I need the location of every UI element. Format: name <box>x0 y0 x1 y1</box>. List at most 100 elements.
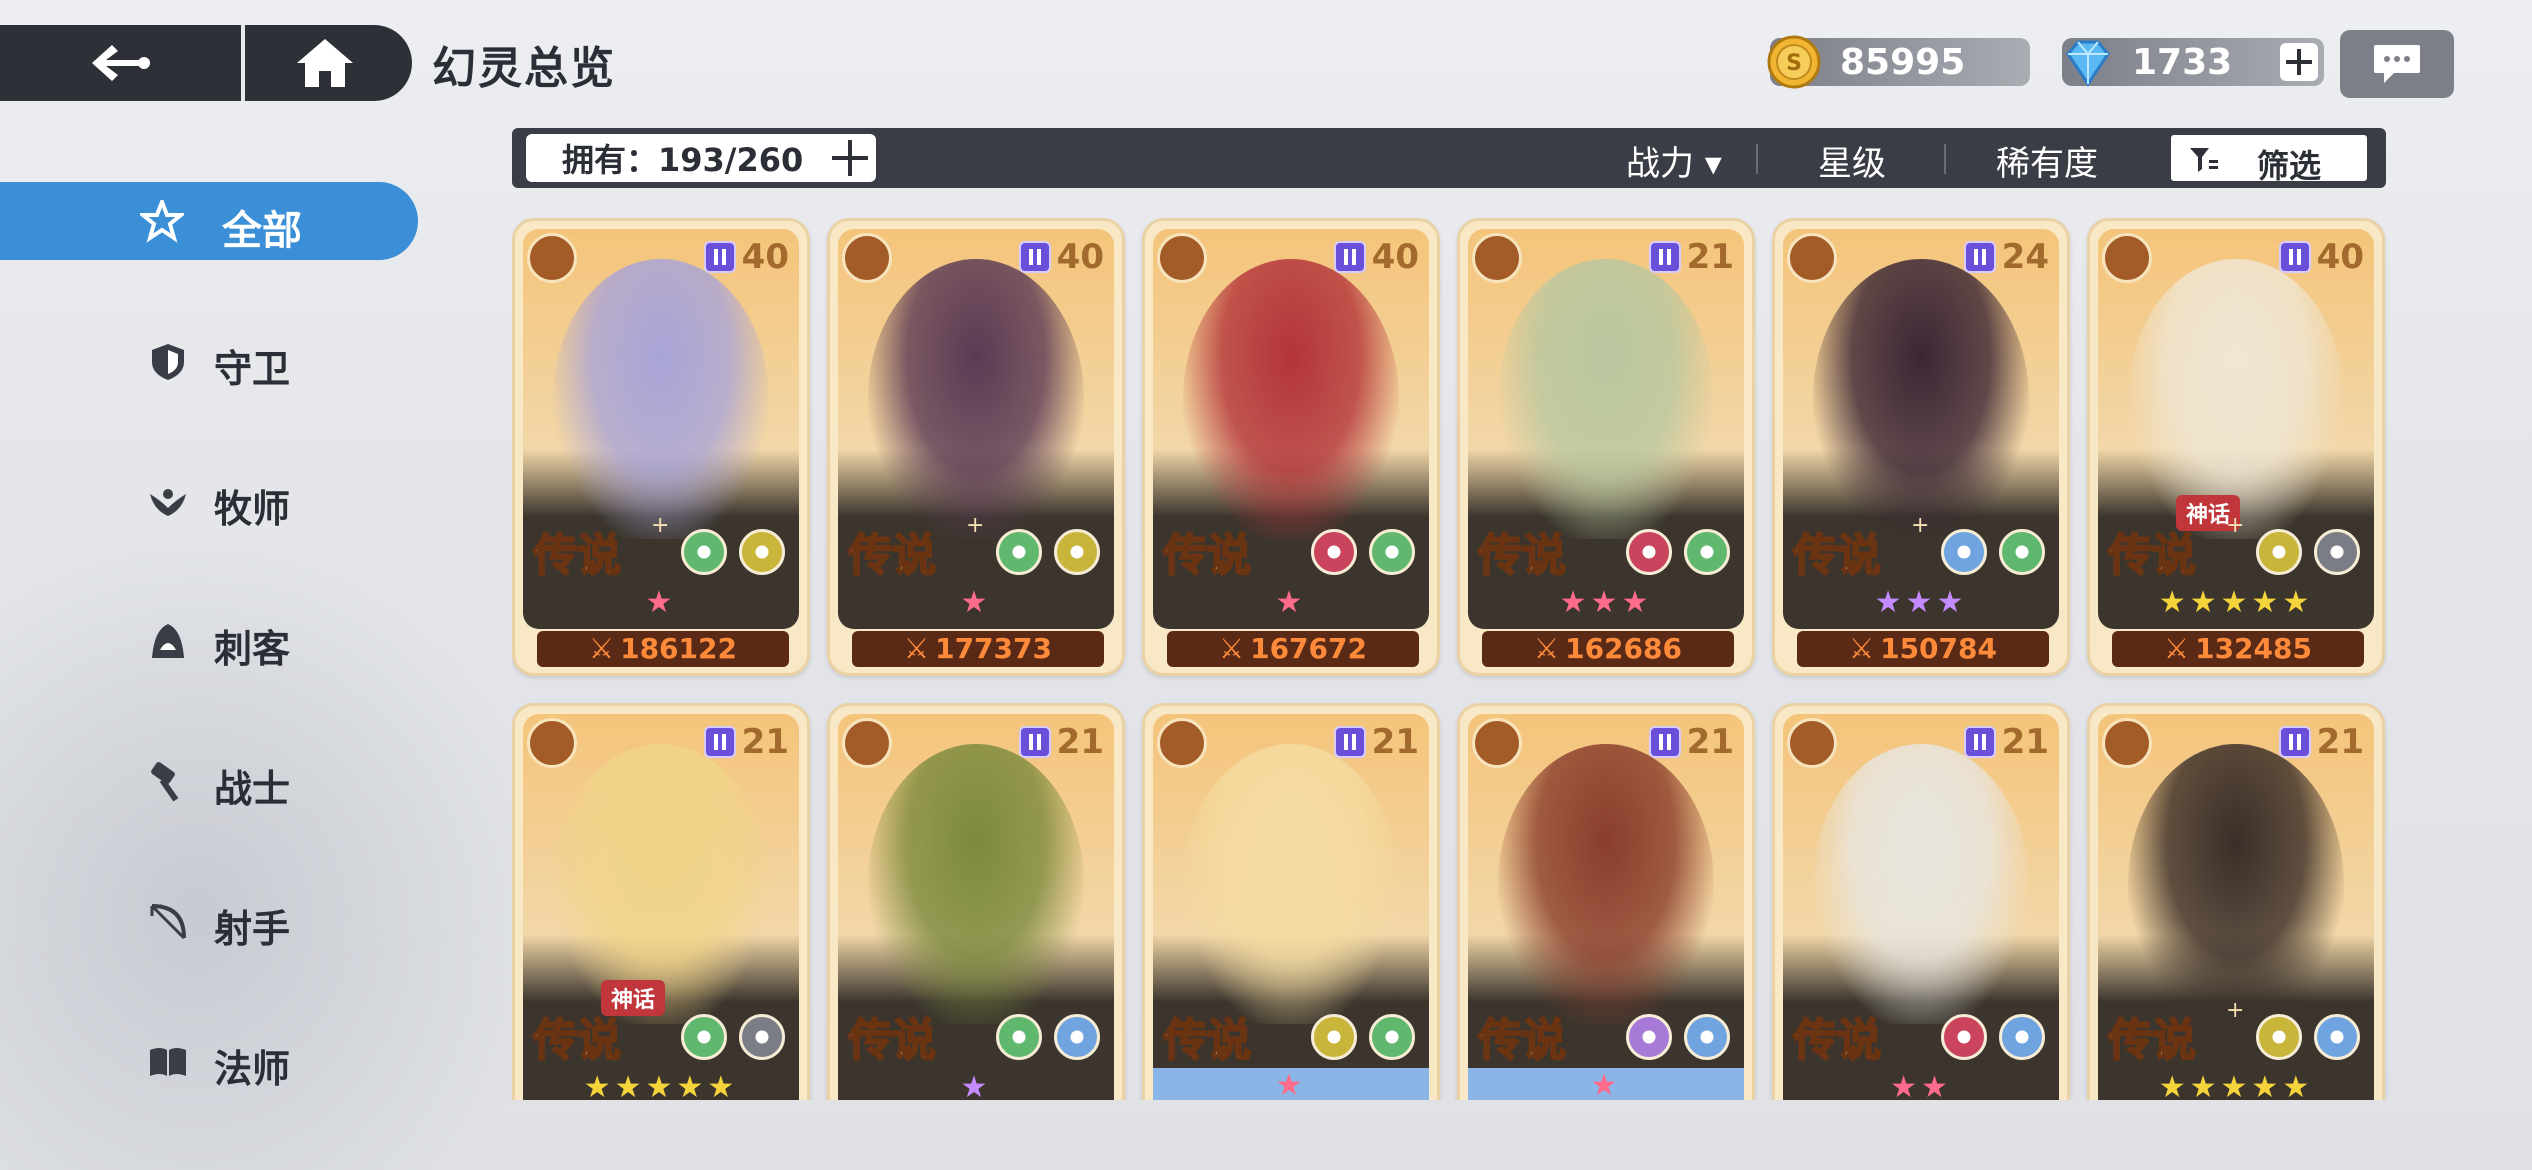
hero-portrait <box>553 259 769 539</box>
sidebar-item-label: 战士 <box>214 767 291 811</box>
level-box: 21 <box>703 722 789 762</box>
star-rating: ★ <box>1468 1068 1744 1100</box>
wing-icon <box>1472 718 1522 768</box>
sidebar-item-priest[interactable]: 牧师 <box>0 462 418 540</box>
power-value: 132485 <box>2195 632 2312 665</box>
tier-icon <box>1963 241 1996 273</box>
power-value: 177373 <box>935 632 1052 665</box>
combat-power: ⚔ 186122 <box>537 631 789 667</box>
star-rating: ★★★ <box>1874 585 1968 620</box>
combat-power: ⚔ 150784 <box>1797 631 2049 667</box>
tier-icon <box>703 726 736 758</box>
tier-icon <box>1333 726 1366 758</box>
element-icon <box>1626 529 1672 575</box>
divider <box>1756 144 1758 174</box>
hero-card-art: 40 传说 + ★ <box>838 229 1114 629</box>
hero-card[interactable]: 21 传说 ★★ <box>1772 703 2070 1100</box>
hero-card[interactable]: 40 神话 传说 + ★★★★★ ⚔ 132485 <box>2087 218 2385 676</box>
hood-icon <box>152 624 184 658</box>
element-icon <box>739 529 785 575</box>
sidebar-item-mage[interactable]: 法师 <box>0 1022 418 1100</box>
level-box: 21 <box>1648 722 1734 762</box>
rarity-label: 传说 <box>2107 1014 2197 1067</box>
hero-card-art: 21 传说 ★ <box>1468 714 1744 1100</box>
hero-card[interactable]: 24 传说 + ★★★ ⚔ 150784 <box>1772 218 2070 676</box>
hero-level: 21 <box>741 722 789 762</box>
sidebar-item-label: 法师 <box>214 1047 291 1091</box>
chat-button[interactable] <box>2340 30 2454 98</box>
element-icon <box>2314 529 2360 575</box>
hero-card[interactable]: 21 神话 传说 ★★★★★ <box>512 703 810 1100</box>
sort-by-power[interactable]: 战力 ▾ <box>1626 136 1722 185</box>
combat-power: ⚔ 177373 <box>852 631 1104 667</box>
hero-level: 40 <box>2316 237 2364 277</box>
divider <box>1944 144 1946 174</box>
element-icon <box>1941 529 1987 575</box>
hero-level: 40 <box>1056 237 1104 277</box>
star-rating: ★★★★★ <box>2158 585 2314 620</box>
filter-bar: 拥有：193/260 战力 ▾ 星级 稀有度 筛选 <box>512 128 2386 188</box>
hero-card[interactable]: 21 传说 ★ <box>827 703 1125 1100</box>
plus-icon <box>2286 49 2312 75</box>
crossed-swords-icon: ⚔ <box>1533 632 1560 665</box>
hero-card[interactable]: 40 传说 + ★ ⚔ 186122 <box>512 218 810 676</box>
element-icon <box>1369 529 1415 575</box>
hero-portrait <box>1498 744 1714 1024</box>
shield-icon <box>2102 718 2152 768</box>
hero-card[interactable]: 40 传说 ★ ⚔ 167672 <box>1142 218 1440 676</box>
sort-by-star[interactable]: 星级 <box>1818 136 1886 185</box>
sidebar-item-label: 全部 <box>222 208 302 254</box>
gold-amount: 85995 <box>1840 42 1966 83</box>
power-value: 167672 <box>1250 632 1367 665</box>
level-box: 40 <box>1018 237 1104 277</box>
hero-card-art: 21 传说 ★ <box>838 714 1114 1100</box>
expand-slots-plus-icon[interactable] <box>830 138 870 178</box>
star-rating: ★★★★★ <box>2158 1070 2314 1100</box>
level-box: 40 <box>1333 237 1419 277</box>
book-icon <box>150 1048 186 1076</box>
sidebar-item-all[interactable]: 全部 <box>0 182 418 260</box>
hero-level: 24 <box>2001 237 2049 277</box>
hero-portrait <box>868 744 1084 1024</box>
hammer-icon <box>151 762 179 802</box>
hero-level: 21 <box>2001 722 2049 762</box>
hero-card[interactable]: 21 传说 ★★★ ⚔ 162686 <box>1457 218 1755 676</box>
gold-coin-icon: S <box>1767 35 1821 89</box>
back-button[interactable] <box>0 25 245 101</box>
power-value: 186122 <box>620 632 737 665</box>
element-icon <box>1999 1014 2045 1060</box>
element-icon <box>681 1014 727 1060</box>
hero-portrait <box>1813 259 2029 539</box>
rarity-label: 传说 <box>532 1014 622 1067</box>
rarity-label: 传说 <box>2107 529 2197 582</box>
diamond-icon <box>2066 40 2110 87</box>
hammer-icon <box>842 233 892 283</box>
hero-card-art: 40 传说 + ★ <box>523 229 799 629</box>
rarity-plus-mark: + <box>2226 513 2245 538</box>
element-icon <box>1311 1014 1357 1060</box>
sidebar-item-guardian[interactable]: 守卫 <box>0 322 418 400</box>
bow-icon <box>1787 233 1837 283</box>
hero-card[interactable]: 40 传说 + ★ ⚔ 177373 <box>827 218 1125 676</box>
sort-by-rarity[interactable]: 稀有度 <box>1996 136 2098 185</box>
sidebar-item-assassin[interactable]: 刺客 <box>0 602 418 680</box>
sidebar-item-warrior[interactable]: 战士 <box>0 742 418 820</box>
shield-icon <box>842 718 892 768</box>
top-nav <box>0 25 412 101</box>
hero-portrait <box>2128 744 2344 1024</box>
hero-card[interactable]: 21 传说 ★ <box>1142 703 1440 1100</box>
rarity-label: 传说 <box>1477 1014 1567 1067</box>
sidebar-item-label: 刺客 <box>214 627 291 671</box>
power-value: 162686 <box>1565 632 1682 665</box>
sidebar-item-archer[interactable]: 射手 <box>0 882 418 960</box>
filter-button[interactable]: 筛选 <box>2168 132 2370 185</box>
hero-card-art: 40 神话 传说 + ★★★★★ <box>2098 229 2374 629</box>
hero-card[interactable]: 21 传说 + ★★★★★ <box>2087 703 2385 1100</box>
hero-card[interactable]: 21 传说 ★ <box>1457 703 1755 1100</box>
crossed-swords-icon: ⚔ <box>1848 632 1875 665</box>
star-rating: ★ <box>960 1070 992 1100</box>
home-button[interactable] <box>245 25 405 101</box>
add-gems-button[interactable] <box>2280 43 2318 81</box>
element-icon <box>1626 1014 1672 1060</box>
hero-level: 21 <box>1686 237 1734 277</box>
